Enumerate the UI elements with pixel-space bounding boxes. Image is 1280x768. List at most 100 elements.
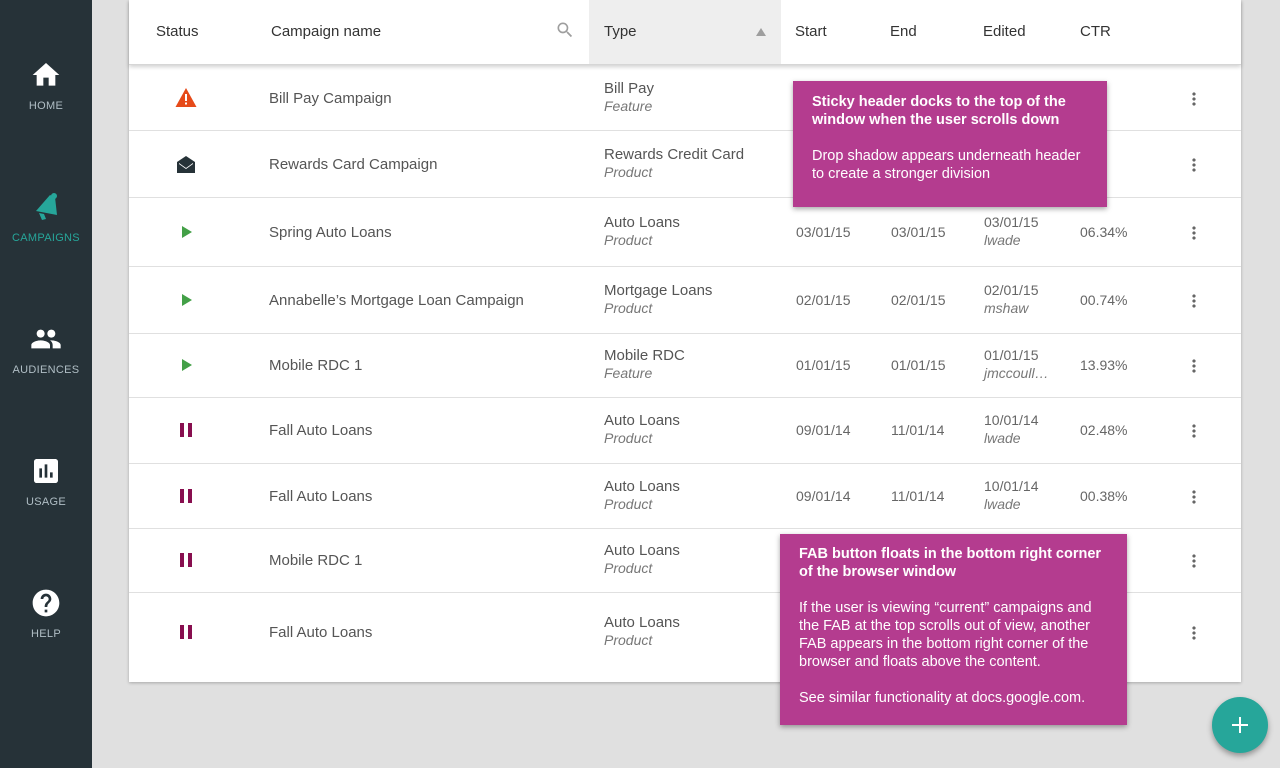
edited-by: lwade [984, 232, 1021, 248]
sort-ascending-icon[interactable] [756, 28, 766, 36]
pause-icon [180, 625, 192, 639]
edited-date: 02/01/15 [984, 282, 1039, 298]
more-vert-icon[interactable] [1184, 421, 1204, 441]
edited-by: lwade [984, 430, 1021, 446]
campaign-name: Fall Auto Loans [269, 624, 373, 641]
play-icon [182, 294, 192, 306]
sticky-header-note: Sticky header docks to the top of the wi… [793, 81, 1107, 207]
header-type[interactable]: Type [589, 0, 781, 64]
table-row[interactable]: Fall Auto Loans Auto Loans Product 09/01… [129, 398, 1241, 464]
fab-note-title: FAB button floats in the bottom right co… [799, 546, 1102, 580]
end-date: 02/01/15 [891, 292, 946, 308]
campaign-subtype: Product [604, 232, 653, 248]
home-icon [32, 63, 60, 86]
edited-by: lwade [984, 496, 1021, 512]
edited-date: 01/01/15 [984, 347, 1039, 363]
header-campaign-name[interactable]: Campaign name [271, 0, 381, 64]
help-icon [32, 589, 60, 617]
more-vert-icon[interactable] [1184, 487, 1204, 507]
edited-date: 10/01/14 [984, 478, 1039, 494]
campaign-type: Rewards Credit Card [604, 146, 745, 163]
edited-by: mshaw [984, 300, 1029, 316]
nav-home[interactable]: HOME [0, 59, 92, 112]
sticky-note-body: Drop shadow appears underneath header to… [812, 148, 1081, 182]
nav-usage[interactable]: USAGE [0, 455, 92, 508]
campaign-name: Annabelle’s Mortgage Loan Campaign [269, 292, 524, 309]
campaign-type: Bill Pay [604, 80, 655, 97]
add-campaign-fab[interactable] [1212, 697, 1268, 753]
campaign-subtype: Product [604, 560, 653, 576]
header-status[interactable]: Status [156, 0, 199, 64]
nav-help-label: HELP [31, 628, 61, 640]
header-end[interactable]: End [890, 0, 917, 64]
campaign-name: Fall Auto Loans [269, 422, 373, 439]
more-vert-icon[interactable] [1184, 356, 1204, 376]
campaign-name: Rewards Card Campaign [269, 156, 438, 173]
warning-icon [175, 88, 197, 107]
nav-audiences[interactable]: AUDIENCES [0, 323, 92, 376]
nav-home-label: HOME [28, 100, 64, 112]
campaign-subtype: Product [604, 430, 653, 446]
nav-usage-label: USAGE [25, 496, 66, 508]
pause-icon [180, 489, 192, 503]
sticky-note-title: Sticky header docks to the top of the wi… [812, 94, 1066, 128]
header-ctr[interactable]: CTR [1080, 0, 1111, 64]
more-vert-icon[interactable] [1184, 551, 1204, 571]
play-icon [182, 359, 192, 371]
campaign-name: Mobile RDC 1 [269, 357, 363, 374]
ctr-value: 00.74% [1080, 292, 1128, 308]
campaign-name: Spring Auto Loans [269, 224, 392, 241]
campaign-subtype: Feature [604, 365, 653, 381]
start-date: 09/01/14 [796, 422, 851, 438]
fab-note-link-text: See similar functionality at docs.google… [799, 690, 1086, 706]
table-row[interactable]: Mobile RDC 1 Mobile RDC Feature 01/01/15… [129, 334, 1241, 398]
campaign-subtype: Feature [604, 98, 653, 114]
header-start[interactable]: Start [795, 0, 827, 64]
end-date: 03/01/15 [891, 224, 946, 240]
ctr-value: 02.48% [1080, 422, 1128, 438]
header-type-label: Type [604, 23, 637, 40]
start-date: 03/01/15 [796, 224, 851, 240]
more-vert-icon[interactable] [1184, 291, 1204, 311]
campaign-type: Auto Loans [604, 614, 680, 631]
end-date: 11/01/14 [891, 422, 945, 438]
edited-by: jmccoull… [984, 365, 1049, 381]
end-date: 11/01/14 [891, 488, 945, 504]
more-vert-icon[interactable] [1184, 155, 1204, 175]
edited-date: 10/01/14 [984, 412, 1039, 428]
campaign-type: Auto Loans [604, 542, 680, 559]
people-icon [31, 329, 61, 349]
nav-campaigns-label: CAMPAIGNS [12, 232, 80, 244]
more-vert-icon[interactable] [1184, 223, 1204, 243]
fab-note: FAB button floats in the bottom right co… [780, 534, 1127, 725]
table-row[interactable]: Spring Auto Loans Auto Loans Product 03/… [129, 198, 1241, 267]
end-date: 01/01/15 [891, 357, 946, 373]
table-row[interactable]: Fall Auto Loans Auto Loans Product 09/01… [129, 464, 1241, 529]
play-icon [182, 226, 192, 238]
campaign-name: Fall Auto Loans [269, 488, 373, 505]
envelope-icon [177, 156, 195, 173]
pause-icon [180, 423, 192, 437]
start-date: 02/01/15 [796, 292, 851, 308]
nav-campaigns[interactable]: CAMPAIGNS [0, 191, 92, 244]
table-header: Status Campaign name Type Start End Edit… [129, 0, 1241, 65]
search-icon[interactable] [555, 20, 575, 40]
plus-icon [1232, 717, 1248, 733]
campaign-name: Bill Pay Campaign [269, 90, 392, 107]
start-date: 09/01/14 [796, 488, 851, 504]
campaign-type: Auto Loans [604, 478, 680, 495]
header-edited[interactable]: Edited [983, 0, 1026, 64]
campaign-name: Mobile RDC 1 [269, 552, 363, 569]
more-vert-icon[interactable] [1184, 89, 1204, 109]
megaphone-icon [36, 193, 57, 220]
bar-chart-icon [34, 459, 58, 483]
nav-help[interactable]: HELP [0, 587, 92, 640]
more-vert-icon[interactable] [1184, 623, 1204, 643]
edited-date: 03/01/15 [984, 214, 1039, 230]
table-row[interactable]: Annabelle’s Mortgage Loan Campaign Mortg… [129, 267, 1241, 334]
sidebar: HOME CAMPAIGNS AUDIENCES USAGE HELP [0, 0, 92, 768]
campaign-type: Auto Loans [604, 214, 680, 231]
campaign-subtype: Product [604, 632, 653, 648]
start-date: 01/01/15 [796, 357, 851, 373]
campaign-type: Auto Loans [604, 412, 680, 429]
